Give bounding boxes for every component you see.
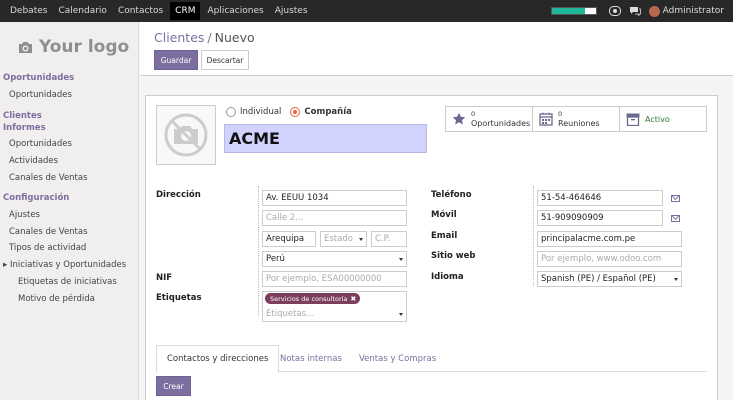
sidebar-item-oportunidades[interactable]: Oportunidades: [9, 90, 72, 100]
city-input[interactable]: Arequipa: [262, 231, 316, 247]
menu-calendario[interactable]: Calendario: [58, 6, 106, 16]
menu-debates[interactable]: Debates: [10, 6, 47, 16]
sms-icon[interactable]: [671, 195, 680, 202]
calendar-icon: [539, 112, 553, 126]
meetings-smart-button[interactable]: 0 Reuniones: [532, 106, 620, 132]
menu-ajustes[interactable]: Ajustes: [275, 6, 308, 16]
state-placeholder: Estado: [324, 234, 353, 244]
star-icon: [452, 112, 466, 125]
avatar[interactable]: [648, 5, 660, 17]
partner-image[interactable]: [156, 105, 216, 165]
notebook-tabs: Contactos y direcciones Notas internas V…: [156, 345, 707, 373]
meetings-label: Reuniones: [558, 119, 600, 128]
phone-input[interactable]: 51-54-464646: [537, 190, 663, 206]
remove-tag-icon[interactable]: ✖: [350, 295, 356, 303]
tag-label: Servicios de consultoría: [270, 294, 348, 303]
sidebar-item-iniciativas[interactable]: ▸ Iniciativas y Oportunidades: [3, 260, 126, 270]
vat-input[interactable]: Por ejemplo, ESA00000000: [262, 271, 407, 287]
radio-company[interactable]: [290, 107, 301, 117]
street-input[interactable]: Av. EEUU 1034: [262, 190, 407, 206]
radio-company-label[interactable]: Compañía: [304, 107, 351, 117]
sidebar: Your logo Oportunidades Oportunidades Cl…: [0, 22, 139, 400]
country-select[interactable]: Perú: [262, 251, 407, 267]
breadcrumb-separator: /: [207, 30, 212, 45]
control-panel: Clientes / Nuevo Guardar Descartar: [140, 22, 733, 76]
breadcrumb-clientes[interactable]: Clientes: [154, 30, 204, 45]
website-label: Sitio web: [431, 251, 476, 261]
sidebar-item-tipos-actividad[interactable]: Tipos de actividad: [9, 243, 86, 253]
language-label: Idioma: [431, 272, 464, 282]
tags-label: Etiquetas: [156, 293, 202, 303]
active-label: Activo: [645, 114, 670, 124]
active-toggle-button[interactable]: Activo: [619, 106, 707, 132]
website-input[interactable]: Por ejemplo, www.odoo.com: [537, 251, 682, 267]
mobile-input[interactable]: 51-909090909: [537, 210, 663, 226]
form-sheet: Individual Compañía ACME 0 Oportunidades …: [145, 95, 718, 400]
company-logo[interactable]: Your logo: [18, 37, 129, 57]
email-label: Email: [431, 231, 458, 241]
sidebar-header-clientes[interactable]: Clientes: [3, 111, 42, 121]
user-name[interactable]: Administrator: [663, 6, 724, 16]
chevron-down-icon: [359, 238, 363, 241]
discard-button[interactable]: Descartar: [201, 50, 249, 70]
messages-icon[interactable]: [629, 6, 641, 16]
chevron-down-icon: [674, 278, 678, 281]
progress-bar[interactable]: [550, 7, 597, 15]
camera-icon: [19, 41, 32, 53]
archive-icon: [626, 113, 640, 126]
save-button[interactable]: Guardar: [154, 50, 198, 70]
sidebar-item-etiquetas-iniciativas[interactable]: Etiquetas de iniciativas: [18, 277, 117, 287]
radio-individual[interactable]: [226, 107, 236, 117]
logo-text: Your logo: [39, 37, 130, 57]
sidebar-header-informes: Informes: [3, 123, 46, 133]
company-type-selector: Individual Compañía: [226, 107, 361, 117]
breadcrumb-current: Nuevo: [214, 30, 255, 45]
address-label: Dirección: [156, 190, 201, 200]
chat-icon[interactable]: [608, 6, 621, 16]
opportunities-label: Oportunidades: [471, 119, 531, 128]
street2-input[interactable]: Calle 2...: [262, 210, 407, 226]
sidebar-item-ajustes[interactable]: Ajustes: [9, 210, 40, 220]
sidebar-header-configuracion: Configuración: [3, 193, 70, 203]
mobile-label: Móvil: [431, 210, 457, 220]
name-field[interactable]: ACME: [224, 124, 427, 153]
tab-notas-internas[interactable]: Notas internas: [280, 345, 342, 373]
tag-badge[interactable]: Servicios de consultoría ✖: [265, 293, 361, 304]
sms-icon[interactable]: [671, 215, 680, 222]
sidebar-header-oportunidades: Oportunidades: [3, 73, 75, 83]
opportunities-smart-button[interactable]: 0 Oportunidades: [445, 106, 533, 132]
language-value: Spanish (PE) / Español (PE): [541, 274, 656, 284]
sidebar-item-informes-oportunidades[interactable]: Oportunidades: [9, 139, 72, 149]
create-button[interactable]: Crear: [156, 376, 191, 396]
sidebar-item-iniciativas-label: Iniciativas y Oportunidades: [9, 260, 127, 270]
phone-label: Teléfono: [431, 190, 472, 200]
menu-aplicaciones[interactable]: Aplicaciones: [207, 6, 263, 16]
state-select[interactable]: Estado: [320, 231, 367, 247]
tab-ventas-compras[interactable]: Ventas y Compras: [359, 345, 436, 373]
zip-input[interactable]: C.P.: [371, 231, 407, 247]
menu-crm[interactable]: CRM: [170, 2, 201, 20]
meetings-count: 0: [558, 110, 563, 118]
sidebar-item-canales-ventas[interactable]: Canales de Ventas: [9, 227, 88, 237]
sidebar-item-motivo-perdida[interactable]: Motivo de pérdida: [18, 294, 95, 304]
breadcrumb: Clientes / Nuevo: [154, 30, 255, 45]
menu-contactos[interactable]: Contactos: [118, 6, 163, 16]
opportunities-count: 0: [471, 110, 476, 118]
sidebar-item-canales-ventas-informes[interactable]: Canales de Ventas: [9, 173, 88, 183]
no-image-camera-icon: [164, 113, 208, 157]
tab-contactos[interactable]: Contactos y direcciones: [156, 345, 280, 373]
email-input[interactable]: principalacme.com.pe: [537, 231, 682, 247]
language-select[interactable]: Spanish (PE) / Español (PE): [537, 271, 682, 287]
country-value: Perú: [266, 254, 285, 264]
radio-individual-label[interactable]: Individual: [240, 107, 281, 117]
vat-label: NIF: [156, 273, 173, 283]
chevron-down-icon: [399, 313, 403, 316]
progress-bar-fill: [551, 8, 585, 14]
top-navbar: Debates Calendario Contactos CRM Aplicac…: [0, 0, 733, 22]
tags-placeholder: Etiquetas...: [266, 309, 315, 319]
sidebar-item-actividades[interactable]: Actividades: [9, 156, 58, 166]
chevron-down-icon: [399, 258, 403, 261]
main-menu: Debates Calendario Contactos CRM Aplicac…: [10, 0, 319, 22]
